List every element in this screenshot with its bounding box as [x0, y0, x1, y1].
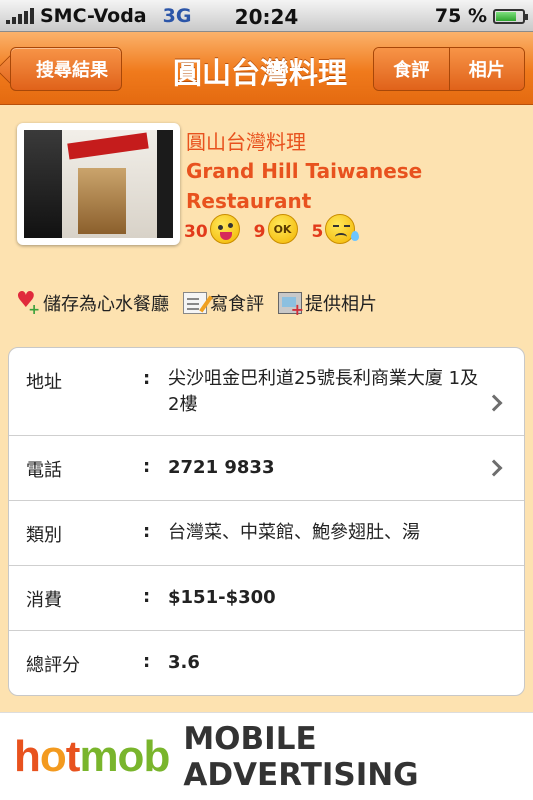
ok-face-icon: OK [267, 214, 298, 244]
address-colon: : [143, 368, 151, 389]
battery-icon [493, 9, 528, 24]
phone-colon: : [143, 456, 151, 477]
add-photo-icon [278, 292, 304, 319]
save-favourite-button[interactable]: 儲存為心水餐廳 [16, 288, 169, 318]
phone-value: 2721 9833 [168, 457, 275, 478]
category-colon: : [143, 521, 151, 542]
score-value: 3.6 [168, 652, 200, 673]
upload-photo-button[interactable]: 提供相片 [278, 290, 377, 319]
score-label: 總評分 [26, 655, 80, 676]
action-row: 儲存為心水餐廳 寫食評 提供相片 [16, 288, 391, 319]
back-button-label: 搜尋結果 [36, 60, 108, 81]
ad-banner[interactable]: hotmob MOBILE ADVERTISING [0, 712, 533, 800]
score-colon: : [143, 651, 151, 672]
phone-row[interactable]: 電話 : 2721 9833 [9, 436, 524, 501]
heart-plus-icon [16, 288, 40, 318]
storefront-image [24, 130, 173, 238]
info-table: 地址 : 尖沙咀金巴利道25號長利商業大廈 1及2樓 電話 : 2721 983… [8, 347, 525, 696]
address-row[interactable]: 地址 : 尖沙咀金巴利道25號長利商業大廈 1及2樓 [9, 348, 524, 436]
good-count: 30 [184, 222, 208, 242]
battery-percentage: 75 % [434, 5, 487, 27]
address-label: 地址 [26, 372, 62, 393]
reviews-button[interactable]: 食評 [374, 48, 449, 90]
segmented-control: 食評 相片 [373, 47, 525, 91]
category-value: 台灣菜、中菜館、鮑參翅肚、湯 [168, 522, 420, 543]
save-favourite-label: 儲存為心水餐廳 [43, 294, 169, 315]
hotmob-logo: hotmob [14, 731, 170, 781]
write-review-label: 寫食評 [210, 294, 264, 315]
navigation-bar: 搜尋結果 圓山台灣料理 食評 相片 [0, 32, 533, 105]
price-label: 消費 [26, 590, 62, 611]
photos-button[interactable]: 相片 [448, 48, 524, 90]
back-button[interactable]: 搜尋結果 [10, 47, 122, 91]
bad-count: 5 [311, 222, 324, 242]
good-rating: 30 [184, 214, 240, 244]
chevron-right-icon [485, 459, 503, 477]
page-title: 圓山台灣料理 [172, 56, 347, 90]
phone-label: 電話 [26, 460, 62, 481]
ad-text: MOBILE ADVERTISING [183, 720, 419, 793]
sad-face-icon [325, 214, 360, 244]
address-value: 尖沙咀金巴利道25號長利商業大廈 1及2樓 [168, 368, 479, 415]
price-row: 消費 : $151-$300 [9, 566, 524, 631]
upload-photo-label: 提供相片 [305, 294, 377, 315]
smile-face-icon [209, 214, 240, 244]
chevron-right-icon [485, 394, 503, 412]
rating-summary: 30 9 OK 5 [184, 214, 369, 244]
ok-count: 9 [253, 222, 266, 242]
restaurant-photo[interactable] [17, 123, 180, 245]
score-row: 總評分 : 3.6 [9, 631, 524, 695]
write-review-button[interactable]: 寫食評 [183, 290, 264, 316]
pencil-note-icon [183, 292, 207, 314]
restaurant-name-chinese: 圓山台灣料理 [186, 130, 306, 154]
category-label: 類別 [26, 525, 62, 546]
category-row: 類別 : 台灣菜、中菜館、鮑參翅肚、湯 [9, 501, 524, 566]
ok-rating: 9 OK [254, 214, 298, 244]
status-bar: SMC-Voda 3G 20:24 75 % [0, 0, 533, 32]
price-value: $151-$300 [168, 587, 276, 608]
price-colon: : [143, 586, 151, 607]
bad-rating: 5 [311, 214, 360, 244]
restaurant-name-english: Grand Hill Taiwanese Restaurant [186, 159, 423, 213]
